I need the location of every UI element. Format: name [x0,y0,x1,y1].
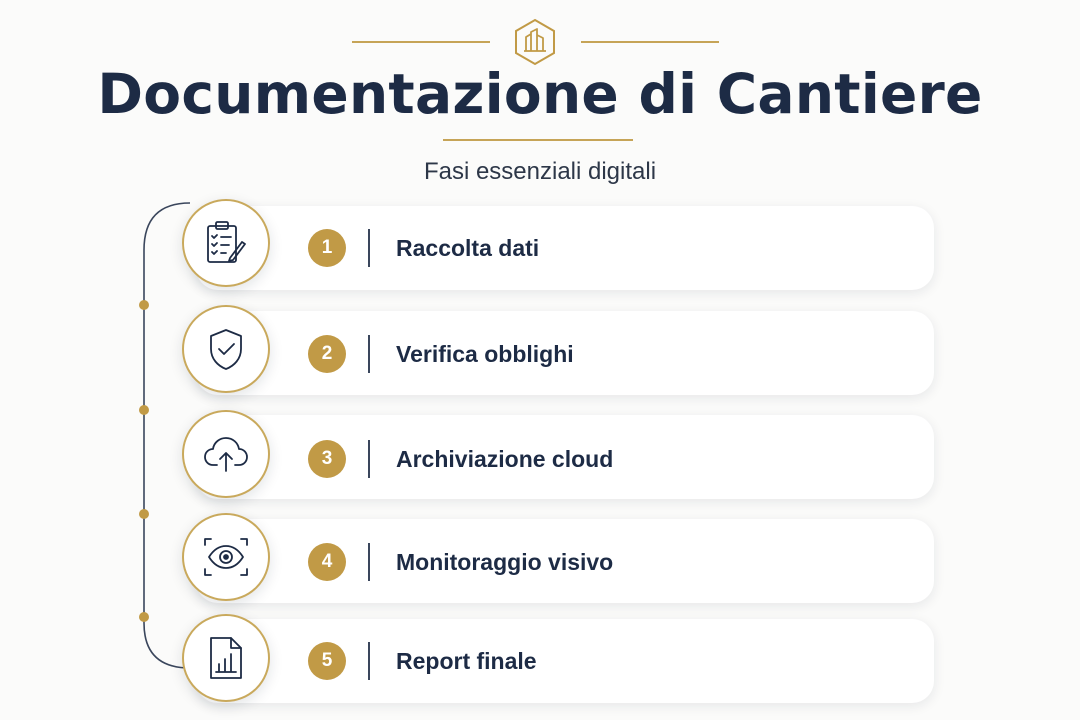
step-separator [368,335,370,373]
step-card-1 [196,206,934,290]
timeline-dot [139,300,149,310]
building-icon [515,18,555,66]
page-subtitle: Fasi essenziali digitali [423,158,657,185]
eye-scan-icon [204,538,248,576]
step-separator [368,642,370,680]
title-underline [443,139,633,141]
step-card-5 [196,619,934,703]
timeline-dot [139,612,149,622]
step-label-5: Report finale [396,648,537,674]
header-divider-left [352,41,490,43]
step-number-1: 1 [308,229,346,267]
header-divider-right [581,41,719,43]
step-number-5: 5 [308,642,346,680]
step-icon-circle-1 [182,199,270,287]
step-number-4: 4 [308,543,346,581]
step-separator [368,543,370,581]
step-icon-circle-3 [182,410,270,498]
step-number-3: 3 [308,440,346,478]
cloud-upload-icon [204,437,248,472]
step-number-2: 2 [308,335,346,373]
step-label-1: Raccolta dati [396,235,540,261]
step-label-4: Monitoraggio visivo [396,549,614,575]
timeline-dot [139,509,149,519]
step-icon-circle-2 [182,305,270,393]
step-icon-circle-5 [182,614,270,702]
timeline-dot [139,405,149,415]
step-separator [368,229,370,267]
step-separator [368,440,370,478]
page-title: Documentazione di Cantiere [97,62,983,126]
clipboard-checklist-icon [207,221,246,263]
shield-check-icon [210,329,242,370]
step-icon-circle-4 [182,513,270,601]
step-label-2: Verifica obblighi [396,341,574,367]
report-chart-icon [210,637,242,679]
step-label-3: Archiviazione cloud [396,446,614,472]
